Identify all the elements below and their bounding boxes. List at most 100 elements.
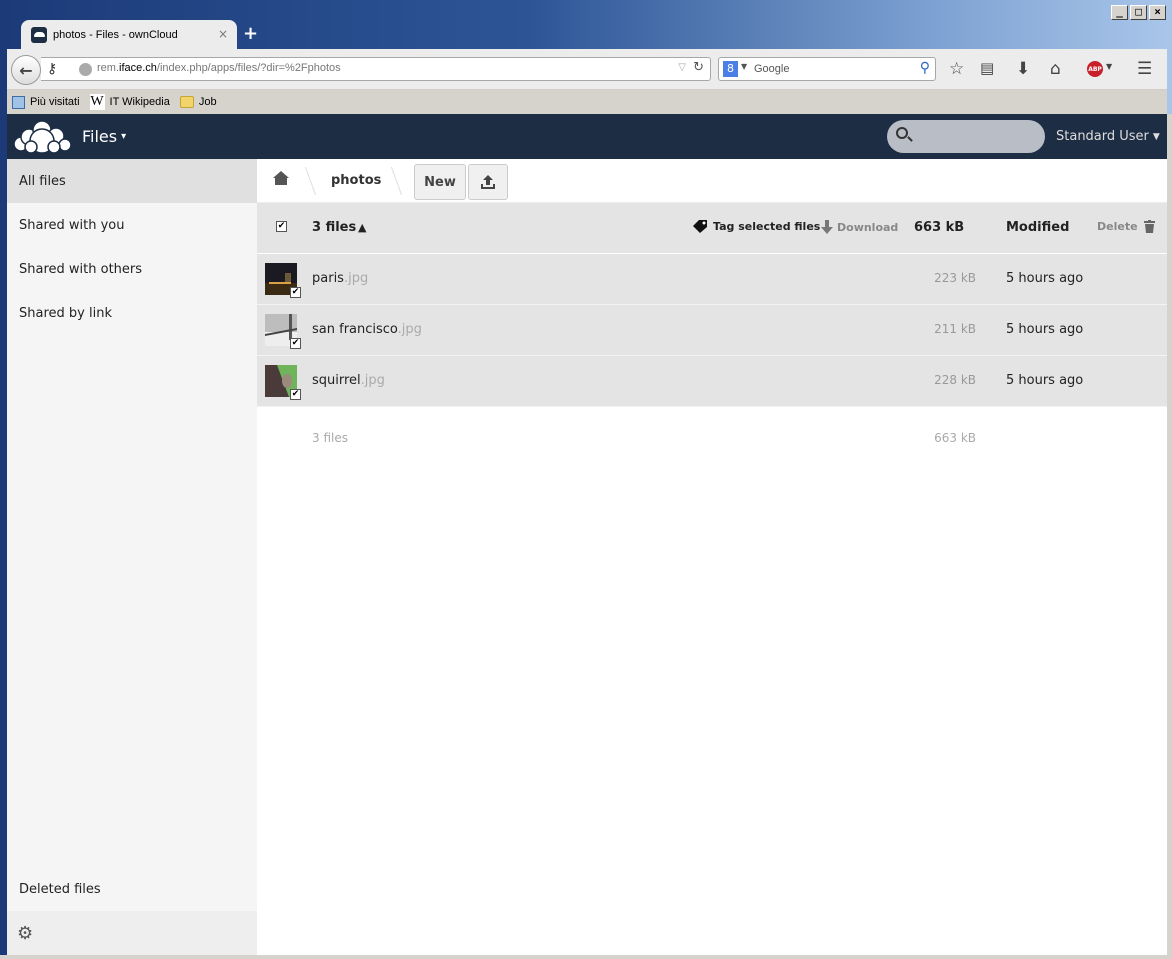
controls-bar: photos New (257, 159, 1167, 203)
reload-icon[interactable]: ↻ (693, 60, 704, 75)
size-column-header[interactable]: 663 kB (914, 220, 964, 235)
files-search-input[interactable] (887, 120, 1045, 153)
tag-icon (693, 220, 707, 233)
settings-button[interactable]: ⚙ (7, 911, 257, 955)
home-icon[interactable]: ⌂ (1050, 59, 1061, 79)
breadcrumb-separator (295, 167, 317, 195)
file-list-area: photos New ✔ 3 files ▲ Tag selected file… (257, 159, 1167, 955)
row-checkbox[interactable]: ✔ (290, 389, 301, 400)
bookmark-label: Job (198, 96, 217, 108)
bookmarks-list-icon[interactable]: ▤ (980, 59, 994, 77)
web-search-bar[interactable]: 8 ▼ Google ⚲ (718, 57, 936, 81)
trash-icon (1143, 220, 1155, 233)
user-menu[interactable]: Standard User ▼ (1056, 129, 1160, 144)
upload-icon (481, 175, 495, 189)
modified-column-header[interactable]: Modified (1006, 220, 1069, 235)
file-modified: 5 hours ago (1006, 271, 1084, 286)
file-modified: 5 hours ago (1006, 373, 1084, 388)
home-icon[interactable] (273, 171, 289, 185)
search-icon (12, 95, 25, 109)
file-name[interactable]: paris.jpg (312, 271, 368, 286)
select-all-checkbox[interactable]: ✔ (276, 221, 287, 232)
tab-bar: photos - Files - ownCloud × + (7, 20, 1167, 49)
file-modified: 5 hours ago (1006, 322, 1084, 337)
sidebar-item-shared-with-others[interactable]: Shared with others (7, 247, 257, 291)
selected-count[interactable]: 3 files (312, 220, 356, 235)
search-go-icon[interactable]: ⚲ (920, 60, 930, 76)
file-name[interactable]: squirrel.jpg (312, 373, 385, 388)
sidebar-item-deleted-files[interactable]: Deleted files (7, 867, 257, 911)
app-menu[interactable]: Files ▾ (82, 127, 126, 146)
url-history-dropdown-icon[interactable]: ▽ (678, 62, 686, 73)
file-table-header: ✔ 3 files ▲ Tag selected files Download … (257, 203, 1167, 254)
bookmark-label: Più visitati (30, 96, 80, 108)
download-button[interactable]: Download (821, 220, 898, 234)
app-header: Files ▾ Standard User ▼ (7, 114, 1167, 159)
file-size: 223 kB (934, 271, 976, 285)
sidebar-item-shared-by-link[interactable]: Shared by link (7, 291, 257, 335)
bookmark-label: IT Wikipedia (109, 96, 170, 108)
breadcrumb-separator (381, 167, 403, 195)
app-name: Files (82, 127, 118, 146)
bookmark-job[interactable]: Job (179, 96, 217, 108)
back-button[interactable]: ← (11, 55, 41, 85)
download-label: Download (837, 220, 899, 234)
url-text[interactable]: rem.iface.ch/index.php/apps/files/?dir=%… (97, 62, 341, 74)
delete-button[interactable]: Delete (1097, 220, 1155, 233)
owncloud-favicon-icon (31, 26, 47, 43)
key-icon[interactable]: ⚷ (47, 61, 57, 77)
file-size: 211 kB (934, 322, 976, 336)
new-button[interactable]: New (414, 164, 466, 200)
gear-icon: ⚙ (17, 922, 34, 944)
sidebar-bottom: Deleted files ⚙ (7, 867, 257, 955)
user-name: Standard User (1056, 129, 1149, 144)
google-icon[interactable]: 8 (723, 61, 738, 77)
window-controls: _ □ × (1111, 5, 1166, 20)
wikipedia-icon: W (89, 94, 105, 110)
tag-selected-files-button[interactable]: Tag selected files (693, 220, 820, 233)
file-name[interactable]: san francisco.jpg (312, 322, 422, 337)
downloads-icon[interactable]: ⬇ (1016, 59, 1030, 79)
adblock-icon[interactable]: ABP (1087, 61, 1103, 77)
summary-size: 663 kB (934, 431, 976, 445)
file-row[interactable]: ✔ paris.jpg 223 kB 5 hours ago (257, 254, 1167, 305)
tag-selected-label: Tag selected files (713, 220, 821, 233)
sidebar-item-shared-with-you[interactable]: Shared with you (7, 203, 257, 247)
bookmark-star-icon[interactable]: ☆ (949, 59, 964, 79)
globe-icon (79, 63, 92, 76)
close-tab-icon[interactable]: × (218, 27, 228, 41)
window-border (0, 955, 1172, 959)
window-border (1167, 114, 1172, 959)
summary-count: 3 files (312, 431, 348, 445)
search-engine-dropdown-icon[interactable]: ▼ (741, 62, 747, 71)
file-size: 228 kB (934, 373, 976, 387)
new-tab-button[interactable]: + (243, 23, 258, 44)
browser-tab[interactable]: photos - Files - ownCloud × (21, 20, 237, 49)
breadcrumb-photos[interactable]: photos (331, 173, 381, 188)
sidebar-item-all-files[interactable]: All files (7, 159, 257, 203)
row-checkbox[interactable]: ✔ (290, 287, 301, 298)
url-bar[interactable]: ⚷ rem.iface.ch/index.php/apps/files/?dir… (41, 57, 711, 81)
bookmark-wikipedia[interactable]: W IT Wikipedia (89, 94, 170, 110)
adblock-dropdown-icon[interactable]: ▼ (1106, 62, 1112, 71)
search-icon (896, 127, 908, 139)
sidebar: All files Shared with you Shared with ot… (7, 159, 257, 955)
owncloud-logo-icon[interactable] (12, 119, 74, 155)
menu-icon[interactable]: ☰ (1137, 59, 1152, 79)
minimize-button[interactable]: _ (1111, 5, 1128, 20)
file-summary: 3 files 663 kB (257, 407, 1167, 469)
web-search-input[interactable]: Google (754, 63, 789, 75)
file-row[interactable]: ✔ squirrel.jpg 228 kB 5 hours ago (257, 356, 1167, 407)
bookmark-most-visited[interactable]: Più visitati (12, 95, 80, 109)
owncloud-app: Files ▾ Standard User ▼ All files Shared… (7, 114, 1167, 955)
maximize-button[interactable]: □ (1130, 5, 1147, 20)
file-row[interactable]: ✔ san francisco.jpg 211 kB 5 hours ago (257, 305, 1167, 356)
row-checkbox[interactable]: ✔ (290, 338, 301, 349)
caret-down-icon: ▾ (121, 131, 127, 142)
close-window-button[interactable]: × (1149, 5, 1166, 20)
download-icon (821, 220, 833, 234)
sort-ascending-icon[interactable]: ▲ (358, 221, 366, 234)
bookmarks-bar: Più visitati W IT Wikipedia Job (7, 90, 1167, 114)
upload-button[interactable] (468, 164, 508, 200)
folder-icon (179, 96, 194, 108)
